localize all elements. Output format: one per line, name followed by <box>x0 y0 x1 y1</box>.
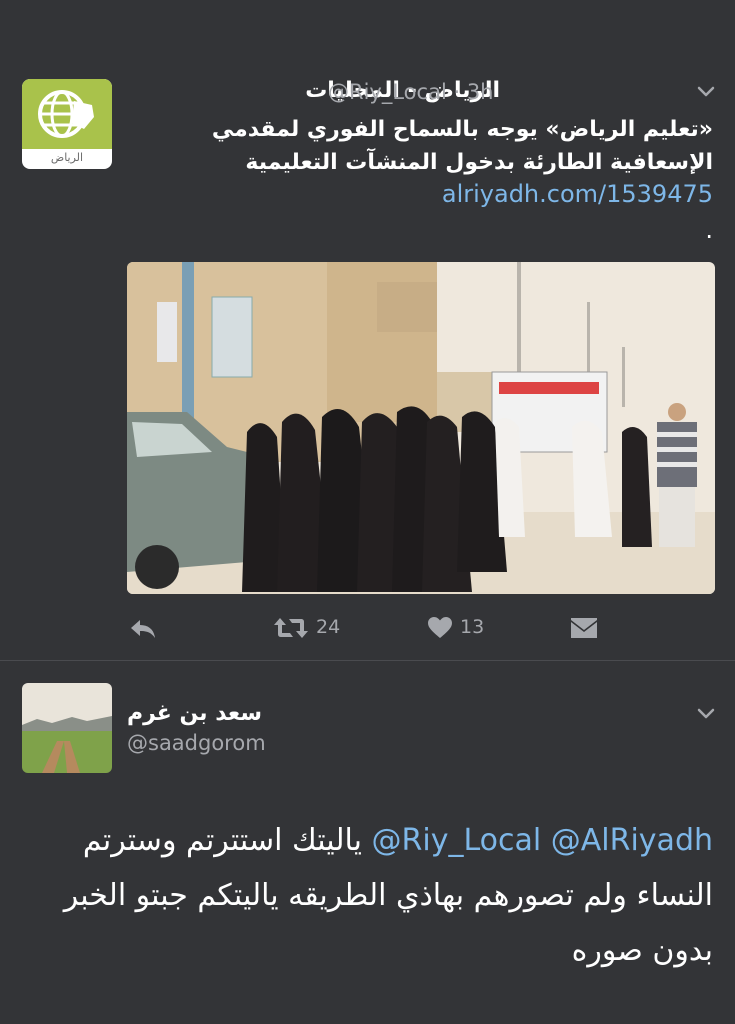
tweet-actions: 24 13 <box>0 612 735 644</box>
avatar[interactable]: الرياض <box>22 79 112 169</box>
chevron-down-icon[interactable] <box>697 708 715 720</box>
handle-and-time: @Riy_Local · 3h <box>328 80 494 104</box>
chevron-down-icon[interactable] <box>697 86 715 98</box>
direct-message-icon[interactable] <box>570 616 598 640</box>
tweet-text-segment: ياليتك استترتم وسترتم <box>82 823 362 858</box>
photo-scene <box>127 262 715 594</box>
retweet-count: 24 <box>316 616 341 638</box>
tweet-photo[interactable] <box>127 262 715 594</box>
display-name[interactable]: سعد بن غرم <box>127 701 262 726</box>
retweet-icon[interactable] <box>273 616 309 640</box>
handle[interactable]: @Riy_Local <box>328 80 447 104</box>
tweet-text-line: @AlRiyadh @Riy_Local ياليتك استترتم وستر… <box>23 813 713 868</box>
tweet-text-line: الإسعافية الطارئة بدخول المنشآت التعليمي… <box>245 150 713 175</box>
tweet-text-line: بدون صوره <box>571 933 713 968</box>
mention-link[interactable]: @Riy_Local <box>372 823 542 858</box>
tweet-card[interactable]: الرياض الرياض - المحليات @Riy_Local · 3h… <box>0 0 735 660</box>
reply-icon[interactable] <box>128 616 158 640</box>
globe-logo-icon <box>38 90 94 138</box>
timestamp[interactable]: · 3h <box>453 80 493 104</box>
tweet-text-line: «تعليم الرياض» يوجه بالسماح الفوري لمقدم… <box>211 117 713 142</box>
avatar[interactable] <box>22 683 112 773</box>
heart-icon[interactable] <box>427 616 453 640</box>
handle[interactable]: @saadgorom <box>127 731 266 755</box>
avatar-caption: الرياض <box>50 151 84 164</box>
tweet-text: @AlRiyadh @Riy_Local ياليتك استترتم وستر… <box>23 813 713 978</box>
avatar-landscape-image <box>22 683 112 773</box>
like-count: 13 <box>460 616 485 638</box>
tweet-link[interactable]: alriyadh.com/1539475 <box>442 180 713 208</box>
mention-link[interactable]: @AlRiyadh <box>551 823 713 858</box>
tweet-text-line: النساء ولم تصورهم بهاذي الطريقه ياليتكم … <box>63 878 713 913</box>
tweet-card[interactable]: سعد بن غرم @saadgorom @AlRiyadh @Riy_Loc… <box>0 661 735 1024</box>
tweet-text: «تعليم الرياض» يوجه بالسماح الفوري لمقدم… <box>143 113 713 179</box>
avatar-background <box>22 79 112 149</box>
tweet-trailing-dot: . <box>705 216 713 244</box>
